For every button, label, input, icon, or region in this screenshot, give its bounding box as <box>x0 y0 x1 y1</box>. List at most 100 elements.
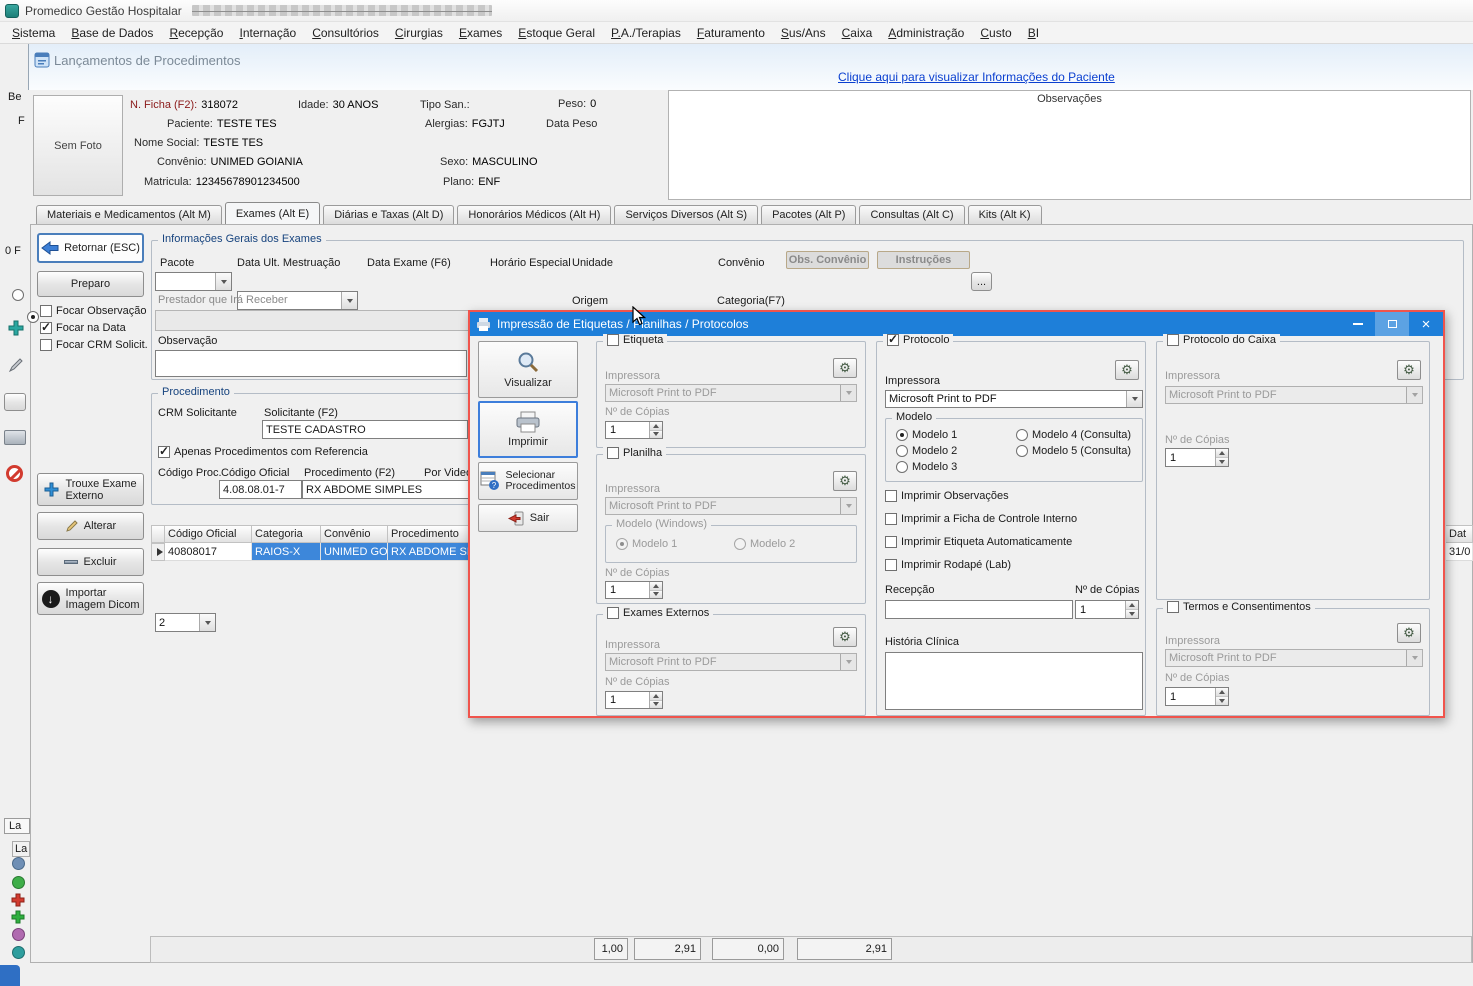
tab-pacotes[interactable]: Pacotes (Alt P) <box>761 205 856 224</box>
alterar-button[interactable]: Alterar <box>37 512 144 540</box>
blue-app-fragment-icon[interactable] <box>0 965 20 986</box>
protocolo-checkbox[interactable] <box>887 334 899 346</box>
red-cross-icon[interactable] <box>11 893 25 907</box>
printer-fragment-icon[interactable] <box>4 430 26 445</box>
protocolo-copias-spinner[interactable]: 1 <box>1075 600 1139 619</box>
imprimir-etiqueta-auto-checkbox[interactable]: Imprimir Etiqueta Automaticamente <box>885 536 1072 548</box>
tab-materiais-medicamentos[interactable]: Materiais e Medicamentos (Alt M) <box>36 205 222 224</box>
imprimir-button[interactable]: Imprimir <box>478 401 578 458</box>
green-plus-icon[interactable] <box>11 910 25 924</box>
sair-button[interactable]: Sair <box>478 504 578 532</box>
protocolo-caixa-copias-spinner[interactable]: 1 <box>1165 448 1229 467</box>
menu-item-caixa[interactable]: Caixa <box>834 23 881 43</box>
spinner-arrows[interactable] <box>1215 449 1228 466</box>
table-cell-data[interactable]: 31/0 <box>1446 543 1473 561</box>
exames-externos-checkbox[interactable] <box>607 607 619 619</box>
left-fragment-button[interactable] <box>4 393 26 411</box>
apenas-referencia-checkbox[interactable]: Apenas Procedimentos com Referencia <box>158 446 368 458</box>
plus-icon[interactable] <box>8 320 24 336</box>
menu-item-sus-ans[interactable]: Sus/Ans <box>773 23 834 43</box>
menu-item-cirurgias[interactable]: Cirurgias <box>387 23 451 43</box>
maximize-button[interactable] <box>1375 312 1409 336</box>
left-fragment-radio-1[interactable] <box>12 289 24 301</box>
tab-servicos-diversos[interactable]: Serviços Diversos (Alt S) <box>614 205 758 224</box>
table-header-data[interactable]: Dat <box>1446 525 1473 543</box>
protocolo-modelo4-radio[interactable]: Modelo 4 (Consulta) <box>1016 429 1131 441</box>
spinner-arrows[interactable] <box>1215 688 1228 705</box>
tab-kits[interactable]: Kits (Alt K) <box>968 205 1042 224</box>
termos-printer-settings-button[interactable]: ⚙ <box>1397 623 1421 643</box>
etiqueta-checkbox[interactable] <box>607 334 619 346</box>
protocolo-modelo3-radio[interactable]: Modelo 3 <box>896 461 957 473</box>
imprimir-observacoes-checkbox[interactable]: Imprimir Observações <box>885 490 1009 502</box>
focar-na-data-checkbox[interactable]: Focar na Data <box>40 322 126 334</box>
recepcao-input[interactable] <box>885 600 1073 619</box>
menu-item-bi[interactable]: BI <box>1020 23 1047 43</box>
planilha-modelo1-radio[interactable]: Modelo 1 <box>616 538 677 550</box>
planilha-copias-spinner[interactable]: 1 <box>605 581 663 599</box>
solicitante-input[interactable]: TESTE CADASTRO <box>262 420 468 439</box>
person-icon[interactable] <box>12 857 25 870</box>
exames-externos-printer-settings-button[interactable]: ⚙ <box>833 627 857 647</box>
spinner-arrows[interactable] <box>649 422 662 438</box>
procedimento-input[interactable]: RX ABDOME SIMPLES <box>302 480 469 499</box>
visualizar-button[interactable]: Visualizar <box>478 341 578 398</box>
left-fragment-radio-2[interactable] <box>27 311 39 323</box>
historia-clinica-textarea[interactable] <box>885 652 1143 710</box>
exames-externos-copias-spinner[interactable]: 1 <box>605 691 663 709</box>
protocolo-caixa-checkbox[interactable] <box>1167 334 1179 346</box>
menu-item-custo[interactable]: Custo <box>972 23 1019 43</box>
menu-item-pa-terapias[interactable]: P.A./Terapias <box>603 23 689 43</box>
retornar-button[interactable]: Retornar (ESC) <box>37 233 144 263</box>
focar-crm-checkbox[interactable]: Focar CRM Solicit. <box>40 339 148 351</box>
tab-exames[interactable]: Exames (Alt E) <box>225 202 320 224</box>
planilha-printer-settings-button[interactable]: ⚙ <box>833 471 857 491</box>
spinner-arrows[interactable] <box>649 582 662 598</box>
protocolo-printer-settings-button[interactable]: ⚙ <box>1115 360 1139 380</box>
menu-item-administracao[interactable]: Administração <box>880 23 972 43</box>
patient-info-link[interactable]: Clique aqui para visualizar Informações … <box>838 70 1115 84</box>
menu-item-exames[interactable]: Exames <box>451 23 510 43</box>
menu-item-internacao[interactable]: Internação <box>231 23 304 43</box>
teal-dot-icon[interactable] <box>12 946 25 959</box>
codigo-proc-select[interactable]: 2 <box>155 613 216 632</box>
planilha-modelo2-radio[interactable]: Modelo 2 <box>734 538 795 550</box>
purple-dot-icon[interactable] <box>12 928 25 941</box>
menu-item-recepcao[interactable]: Recepção <box>161 23 231 43</box>
importar-dicom-button[interactable]: ↓ ImportarImagem Dicom <box>37 582 144 615</box>
etiqueta-printer-settings-button[interactable]: ⚙ <box>833 358 857 378</box>
termos-copias-spinner[interactable]: 1 <box>1165 687 1229 706</box>
convenio-browse-button[interactable]: ... <box>971 272 992 291</box>
protocolo-impressora-select[interactable]: Microsoft Print to PDF <box>885 390 1143 408</box>
menu-item-sistema[interactable]: Sistema <box>4 23 63 43</box>
table-header-codigo[interactable]: Código Oficial <box>165 525 252 543</box>
menu-item-faturamento[interactable]: Faturamento <box>689 23 773 43</box>
pencil-icon[interactable] <box>8 357 24 373</box>
preparo-button[interactable]: Preparo <box>37 271 144 297</box>
etiqueta-copias-spinner[interactable]: 1 <box>605 421 663 439</box>
trouxe-exame-externo-button[interactable]: Trouxe ExameExterno <box>37 473 144 506</box>
obs-convenio-button[interactable]: Obs. Convênio <box>786 251 869 269</box>
table-cell-categoria[interactable]: RAIOS-X <box>252 543 321 561</box>
planilha-checkbox[interactable] <box>607 447 619 459</box>
instrucoes-button[interactable]: Instruções <box>877 251 970 269</box>
menu-item-estoque-geral[interactable]: Estoque Geral <box>510 23 603 43</box>
imprimir-ficha-checkbox[interactable]: Imprimir a Ficha de Controle Interno <box>885 513 1077 525</box>
focar-observacao-checkbox[interactable]: Focar Observação <box>40 305 146 317</box>
observacao-input[interactable] <box>155 350 467 377</box>
protocolo-caixa-printer-settings-button[interactable]: ⚙ <box>1397 360 1421 380</box>
protocolo-modelo2-radio[interactable]: Modelo 2 <box>896 445 957 457</box>
close-button[interactable]: × <box>1409 312 1443 336</box>
table-header-categoria[interactable]: Categoria <box>252 525 321 543</box>
codigo-oficial-input[interactable]: 4.08.08.01-7 <box>219 480 302 499</box>
selecionar-procedimentos-button[interactable]: ? SelecionarProcedimentos <box>478 462 578 500</box>
table-cell-codigo[interactable]: 40808017 <box>165 543 252 561</box>
excluir-button[interactable]: Excluir <box>37 548 144 576</box>
spinner-arrows[interactable] <box>649 692 662 708</box>
termos-checkbox[interactable] <box>1167 601 1179 613</box>
pacote-select[interactable] <box>155 272 232 291</box>
protocolo-modelo1-radio[interactable]: Modelo 1 <box>896 429 957 441</box>
tab-consultas[interactable]: Consultas (Alt C) <box>859 205 964 224</box>
tab-honorarios-medicos[interactable]: Honorários Médicos (Alt H) <box>457 205 611 224</box>
protocolo-modelo5-radio[interactable]: Modelo 5 (Consulta) <box>1016 445 1131 457</box>
